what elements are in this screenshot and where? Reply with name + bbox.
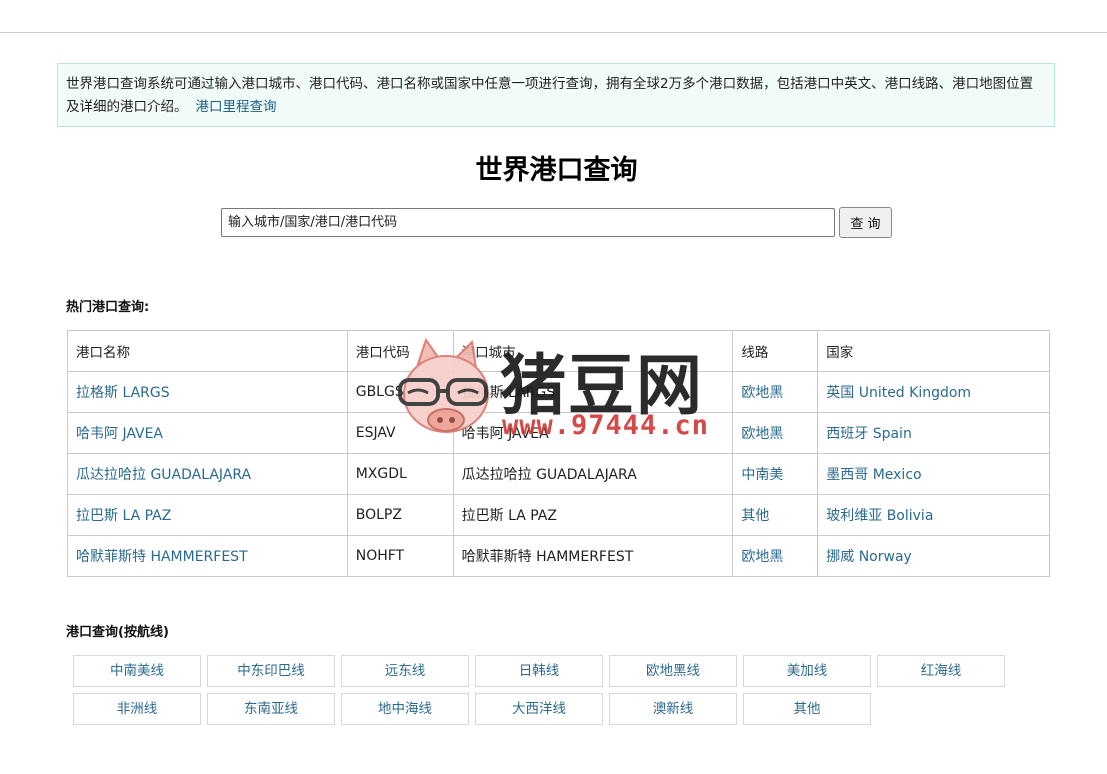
- route-button[interactable]: 大西洋线: [475, 693, 603, 725]
- country-link[interactable]: 墨西哥 Mexico: [817, 453, 1050, 495]
- port-name-link[interactable]: 哈韦阿 JAVEA: [67, 412, 348, 454]
- search-button[interactable]: 查 询: [839, 207, 892, 238]
- hot-ports-table: 港口名称 港口代码 港口城市 线路 国家 拉格斯 LARGS GBLGS 拉格斯…: [67, 330, 1050, 577]
- route-button[interactable]: 日韩线: [475, 655, 603, 687]
- route-link[interactable]: 欧地黑: [732, 412, 819, 454]
- table-row: 拉巴斯 LA PAZ BOLPZ 拉巴斯 LA PAZ 其他 玻利维亚 Boli…: [67, 494, 1050, 536]
- port-name-link[interactable]: 拉格斯 LARGS: [67, 371, 348, 413]
- route-button[interactable]: 红海线: [877, 655, 1005, 687]
- port-city: 哈默菲斯特 HAMMERFEST: [452, 535, 734, 577]
- port-code: ESJAV: [346, 412, 454, 454]
- country-link[interactable]: 玻利维亚 Bolivia: [817, 494, 1050, 536]
- route-button[interactable]: 其他: [743, 693, 871, 725]
- port-distance-link[interactable]: 港口里程查询: [196, 99, 277, 115]
- country-link[interactable]: 英国 United Kingdom: [817, 371, 1050, 413]
- port-name-link[interactable]: 哈默菲斯特 HAMMERFEST: [67, 535, 348, 577]
- table-row: 拉格斯 LARGS GBLGS 拉格斯 LARGS 欧地黑 英国 United …: [67, 371, 1050, 413]
- route-link[interactable]: 欧地黑: [732, 371, 819, 413]
- route-button[interactable]: 澳新线: [609, 693, 737, 725]
- route-button[interactable]: 中南美线: [73, 655, 201, 687]
- port-code: MXGDL: [346, 453, 454, 495]
- hot-ports-title: 热门港口查询:: [66, 300, 150, 315]
- port-code: GBLGS: [346, 371, 454, 413]
- table-row: 瓜达拉哈拉 GUADALAJARA MXGDL 瓜达拉哈拉 GUADALAJAR…: [67, 453, 1050, 495]
- top-divider: [0, 32, 1107, 33]
- search-input[interactable]: [221, 208, 835, 237]
- header-port-name: 港口名称: [67, 330, 348, 372]
- header-port-code: 港口代码: [346, 330, 454, 372]
- country-link[interactable]: 西班牙 Spain: [817, 412, 1050, 454]
- route-button[interactable]: 非洲线: [73, 693, 201, 725]
- info-notice: 世界港口查询系统可通过输入港口城市、港口代码、港口名称或国家中任意一项进行查询，…: [57, 63, 1055, 127]
- route-link[interactable]: 其他: [732, 494, 819, 536]
- port-code: BOLPZ: [346, 494, 454, 536]
- route-search-title: 港口查询(按航线): [66, 625, 169, 640]
- country-link[interactable]: 挪威 Norway: [817, 535, 1050, 577]
- port-name-link[interactable]: 拉巴斯 LA PAZ: [67, 494, 348, 536]
- table-row: 哈韦阿 JAVEA ESJAV 哈韦阿 JAVEA 欧地黑 西班牙 Spain: [67, 412, 1050, 454]
- header-port-city: 港口城市: [452, 330, 734, 372]
- route-button[interactable]: 东南亚线: [207, 693, 335, 725]
- route-button[interactable]: 远东线: [341, 655, 469, 687]
- table-header-row: 港口名称 港口代码 港口城市 线路 国家: [67, 330, 1050, 372]
- port-city: 瓜达拉哈拉 GUADALAJARA: [452, 453, 734, 495]
- port-code: NOHFT: [346, 535, 454, 577]
- route-link[interactable]: 中南美: [732, 453, 819, 495]
- route-button[interactable]: 地中海线: [341, 693, 469, 725]
- header-route: 线路: [732, 330, 819, 372]
- header-country: 国家: [817, 330, 1050, 372]
- port-city: 拉格斯 LARGS: [452, 371, 734, 413]
- route-button[interactable]: 美加线: [743, 655, 871, 687]
- table-row: 哈默菲斯特 HAMMERFEST NOHFT 哈默菲斯特 HAMMERFEST …: [67, 535, 1050, 577]
- route-button[interactable]: 欧地黑线: [609, 655, 737, 687]
- port-city: 哈韦阿 JAVEA: [452, 412, 734, 454]
- route-button[interactable]: 中东印巴线: [207, 655, 335, 687]
- port-city: 拉巴斯 LA PAZ: [452, 494, 734, 536]
- page-title: 世界港口查询: [475, 155, 638, 186]
- route-link[interactable]: 欧地黑: [732, 535, 819, 577]
- port-name-link[interactable]: 瓜达拉哈拉 GUADALAJARA: [67, 453, 348, 495]
